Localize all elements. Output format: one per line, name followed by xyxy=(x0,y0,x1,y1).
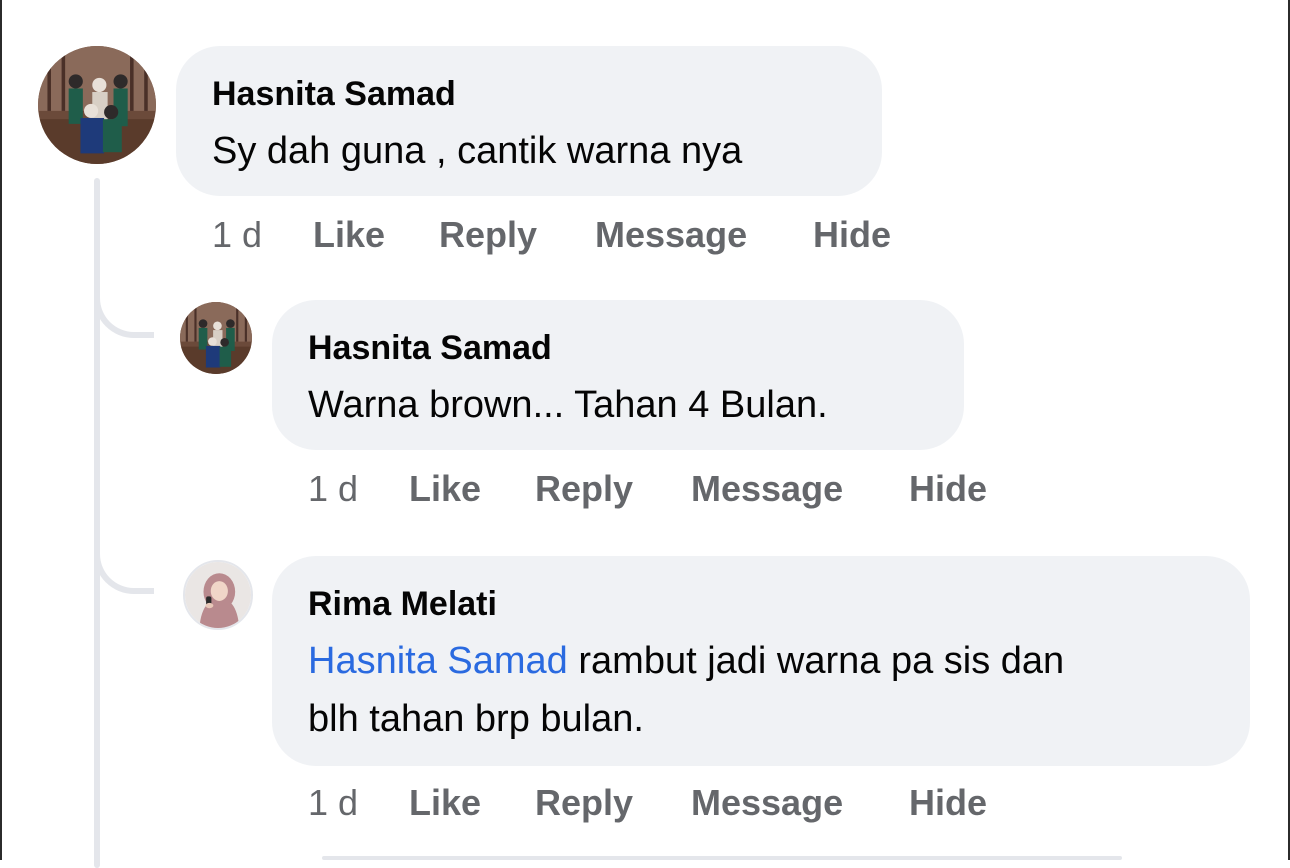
comment-text: Warna brown... Tahan 4 Bulan. xyxy=(308,384,828,426)
reply-button[interactable]: Reply xyxy=(439,213,537,257)
profile-photo-icon xyxy=(185,562,251,628)
comment-bubble: Hasnita Samad Sy dah guna , cantik warna… xyxy=(176,46,882,196)
avatar-hasnita-samad[interactable] xyxy=(180,302,252,374)
message-button[interactable]: Message xyxy=(595,213,747,257)
next-comment-edge xyxy=(322,856,1122,860)
avatar-hasnita-samad[interactable] xyxy=(38,46,156,164)
comment-timestamp[interactable]: 1 d xyxy=(308,781,358,825)
reply-bubble: Rima Melati Hasnita Samad rambut jadi wa… xyxy=(272,556,1250,766)
group-photo-icon xyxy=(38,46,156,164)
comment-text-line1: rambut jadi warna pa sis dan xyxy=(567,640,1065,682)
thread-connector-reply-2 xyxy=(94,548,154,594)
comment-timestamp[interactable]: 1 d xyxy=(308,467,358,511)
group-photo-icon xyxy=(180,302,252,374)
reply-button[interactable]: Reply xyxy=(535,467,633,511)
avatar-rima-melati[interactable] xyxy=(183,560,253,630)
comment-author[interactable]: Rima Melati xyxy=(308,584,1214,624)
like-button[interactable]: Like xyxy=(313,213,385,257)
message-button[interactable]: Message xyxy=(691,467,843,511)
comment-timestamp[interactable]: 1 d xyxy=(212,213,262,257)
reply-button[interactable]: Reply xyxy=(535,781,633,825)
comment-text-line2: blh tahan brp bulan. xyxy=(308,698,644,740)
message-button[interactable]: Message xyxy=(691,781,843,825)
like-button[interactable]: Like xyxy=(409,467,481,511)
hide-button[interactable]: Hide xyxy=(813,213,891,257)
comment-author[interactable]: Hasnita Samad xyxy=(212,74,846,114)
hide-button[interactable]: Hide xyxy=(909,781,987,825)
hide-button[interactable]: Hide xyxy=(909,467,987,511)
thread-connector-reply-1 xyxy=(94,292,154,338)
thread-line xyxy=(94,178,100,868)
comment-text: Hasnita Samad rambut jadi warna pa sis d… xyxy=(308,632,1214,748)
mention-link[interactable]: Hasnita Samad xyxy=(308,640,568,682)
frame-left-edge xyxy=(0,0,2,860)
reply-bubble: Hasnita Samad Warna brown... Tahan 4 Bul… xyxy=(272,300,964,450)
comment-author[interactable]: Hasnita Samad xyxy=(308,328,928,368)
comment-text: Sy dah guna , cantik warna nya xyxy=(212,130,743,172)
like-button[interactable]: Like xyxy=(409,781,481,825)
